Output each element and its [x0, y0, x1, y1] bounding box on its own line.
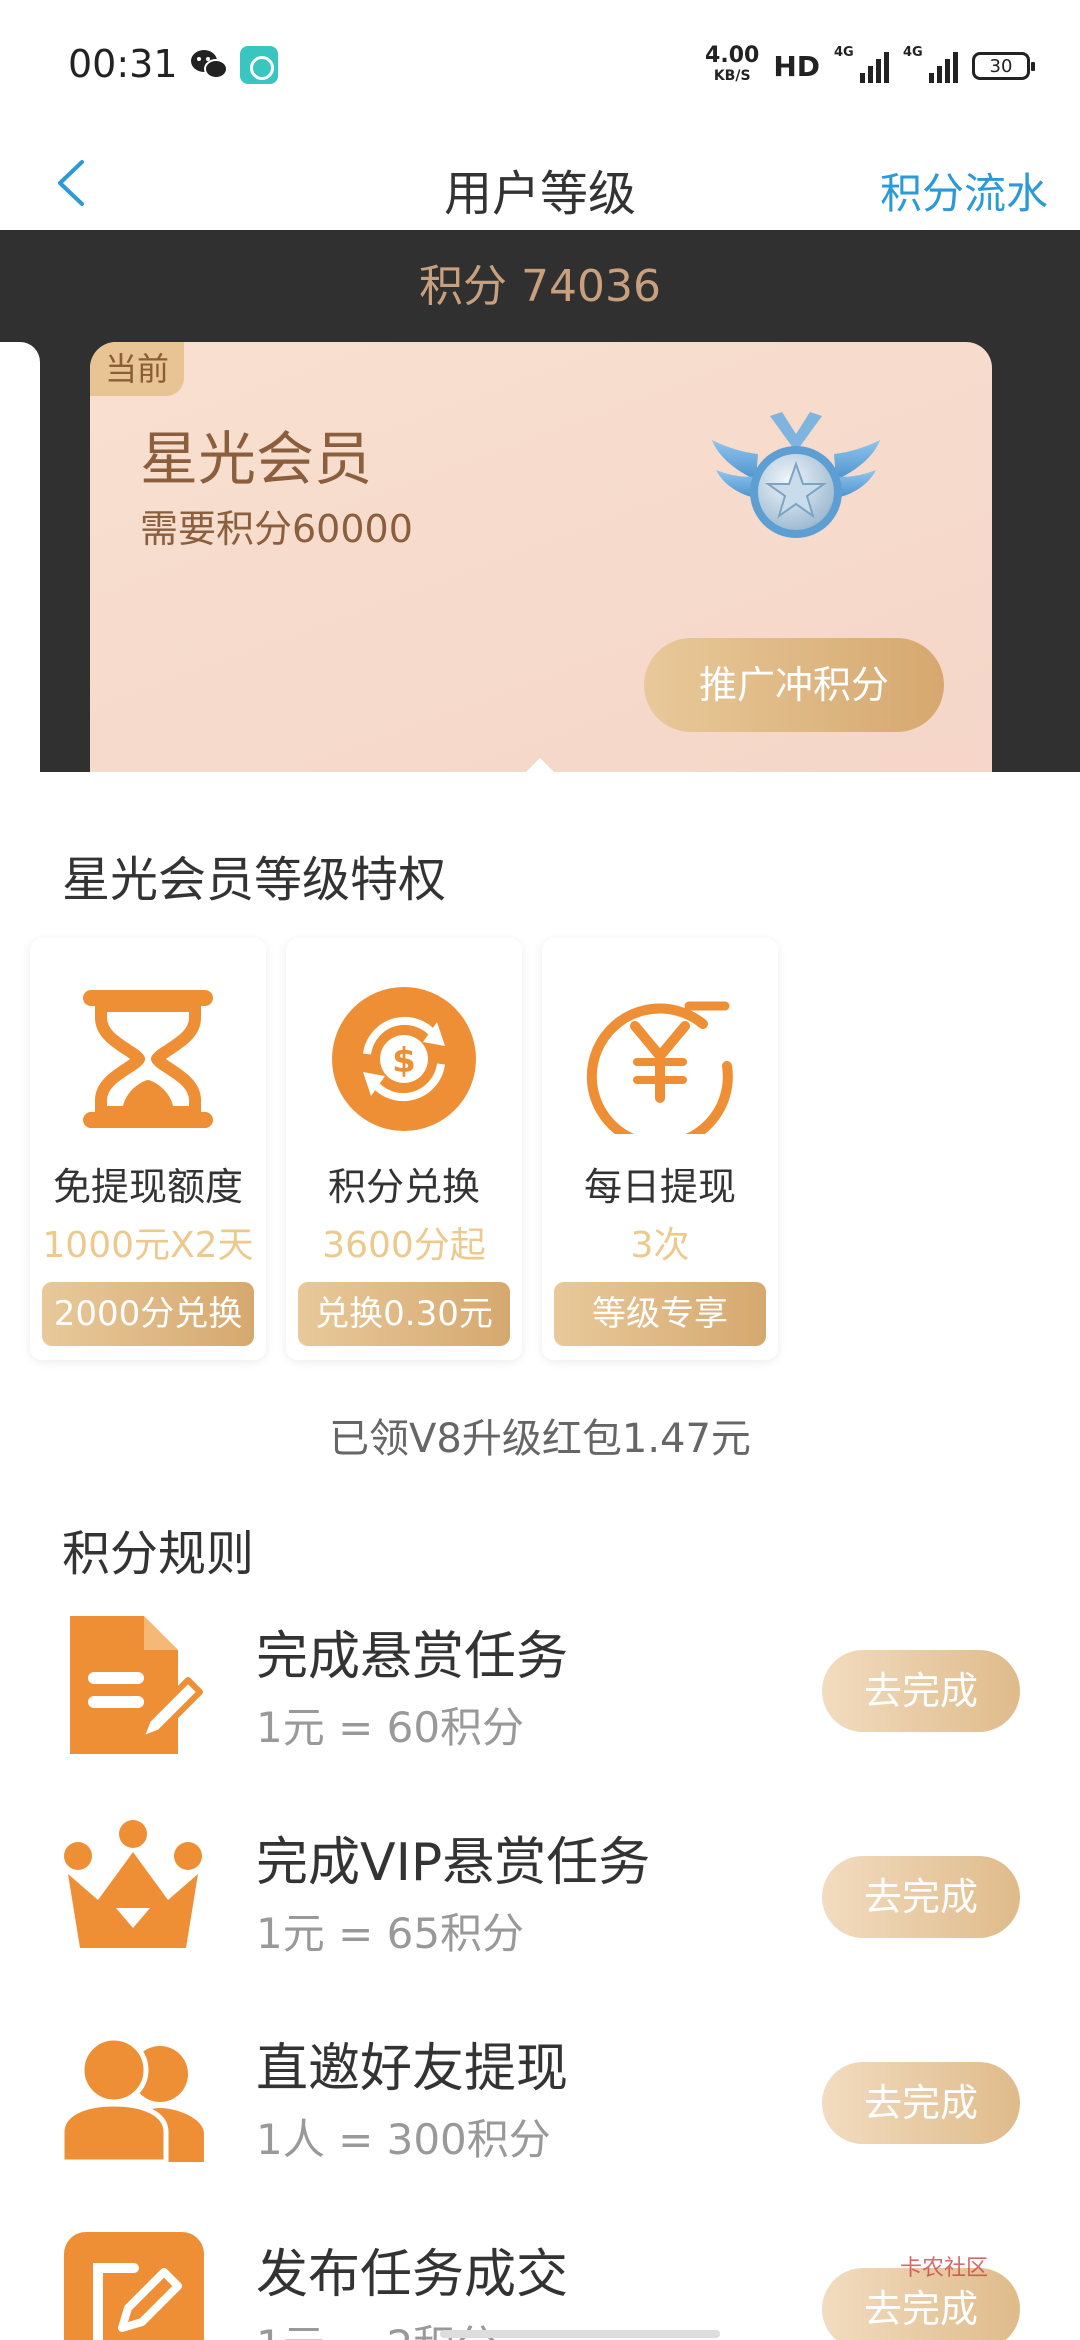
nav-bar: 用户等级 积分流水 — [0, 130, 1080, 230]
wechat-icon — [191, 50, 228, 79]
status-indicators: 4.00 KB/S HD 4G 4G 30 — [705, 43, 1035, 88]
users-icon — [59, 2035, 204, 2165]
go-complete-button[interactable]: 去完成 — [822, 1650, 1020, 1732]
level-exclusive-button[interactable]: 等级专享 — [554, 1282, 766, 1346]
points-history-link[interactable]: 积分流水 — [880, 160, 1048, 221]
status-time: 00:31 — [68, 42, 178, 86]
rule-desc: 1人 = 300积分 — [256, 2115, 551, 2164]
privilege-card-points-exchange[interactable]: $ 积分兑换 3600分起 兑换0.30元 — [286, 938, 522, 1360]
exchange-cash-button[interactable]: 兑换0.30元 — [298, 1282, 510, 1346]
battery-icon: 30 — [972, 52, 1035, 80]
exchange-quota-button[interactable]: 2000分兑换 — [42, 1282, 254, 1346]
rule-title: 完成悬赏任务 — [256, 1627, 569, 1687]
silver-medal-icon — [712, 412, 880, 538]
rule-title: 直邀好友提现 — [256, 2039, 569, 2099]
edit-square-icon — [64, 2232, 204, 2340]
go-complete-button[interactable]: 去完成 — [822, 2062, 1020, 2144]
rule-row-invite-friends: 直邀好友提现 1人 = 300积分 去完成 — [0, 2022, 1080, 2222]
rules-title: 积分规则 — [62, 1526, 255, 1582]
level-name: 星光会员 — [140, 425, 373, 493]
rule-title: 完成VIP悬赏任务 — [256, 1833, 651, 1893]
current-tag: 当前 — [90, 342, 184, 396]
privilege-name: 免提现额度 — [52, 1165, 243, 1209]
current-level-card: 当前 星光会员 需要积分60000 推广冲积分 — [90, 342, 992, 772]
status-bar: 00:31 4.00 KB/S HD 4G 4G 30 — [0, 0, 1080, 130]
app-notification-icon — [240, 46, 278, 84]
signal-icon: 4G — [834, 45, 889, 83]
go-complete-button[interactable]: 去完成 — [822, 1856, 1020, 1938]
promote-points-button[interactable]: 推广冲积分 — [644, 638, 944, 732]
crown-icon — [64, 1820, 202, 1948]
level-requirement: 需要积分60000 — [140, 507, 413, 551]
privilege-card-daily-withdraw[interactable]: 每日提现 3次 等级专享 — [542, 938, 778, 1360]
points-total: 积分 74036 — [419, 261, 661, 312]
dollar-exchange-icon: $ — [332, 987, 476, 1131]
hourglass-icon — [83, 990, 213, 1128]
rule-desc: 1元 = 60积分 — [256, 1703, 525, 1752]
privilege-value: 1000元X2天 — [42, 1225, 254, 1266]
privilege-name: 积分兑换 — [327, 1165, 480, 1209]
rule-row-bounty-task: 完成悬赏任务 1元 = 60积分 去完成 — [0, 1610, 1080, 1810]
privileges-title: 星光会员等级特权 — [62, 852, 447, 908]
yen-circle-icon — [586, 1001, 733, 1134]
previous-level-card[interactable] — [0, 342, 40, 772]
home-indicator[interactable] — [440, 2330, 720, 2338]
document-edit-icon — [70, 1616, 203, 1754]
hd-indicator: HD — [773, 49, 820, 83]
privilege-card-withdraw-quota[interactable]: 免提现额度 1000元X2天 2000分兑换 — [30, 938, 266, 1360]
rule-desc: 1元 = 65积分 — [256, 1909, 525, 1958]
privilege-name: 每日提现 — [583, 1165, 736, 1209]
rule-row-vip-task: 完成VIP悬赏任务 1元 = 65积分 去完成 — [0, 1816, 1080, 2016]
upgrade-bonus-note: 已领V8升级红包1.47元 — [329, 1416, 751, 1462]
privilege-value: 3次 — [630, 1225, 690, 1266]
privilege-value: 3600分起 — [322, 1225, 486, 1266]
card-pointer — [524, 758, 556, 774]
svg-text:$: $ — [392, 1041, 416, 1081]
network-speed: 4.00 KB/S — [705, 43, 760, 85]
signal-icon-2: 4G — [903, 45, 958, 83]
rule-title: 发布任务成交 — [256, 2245, 569, 2305]
watermark: 卡农社区 — [900, 2256, 989, 2281]
